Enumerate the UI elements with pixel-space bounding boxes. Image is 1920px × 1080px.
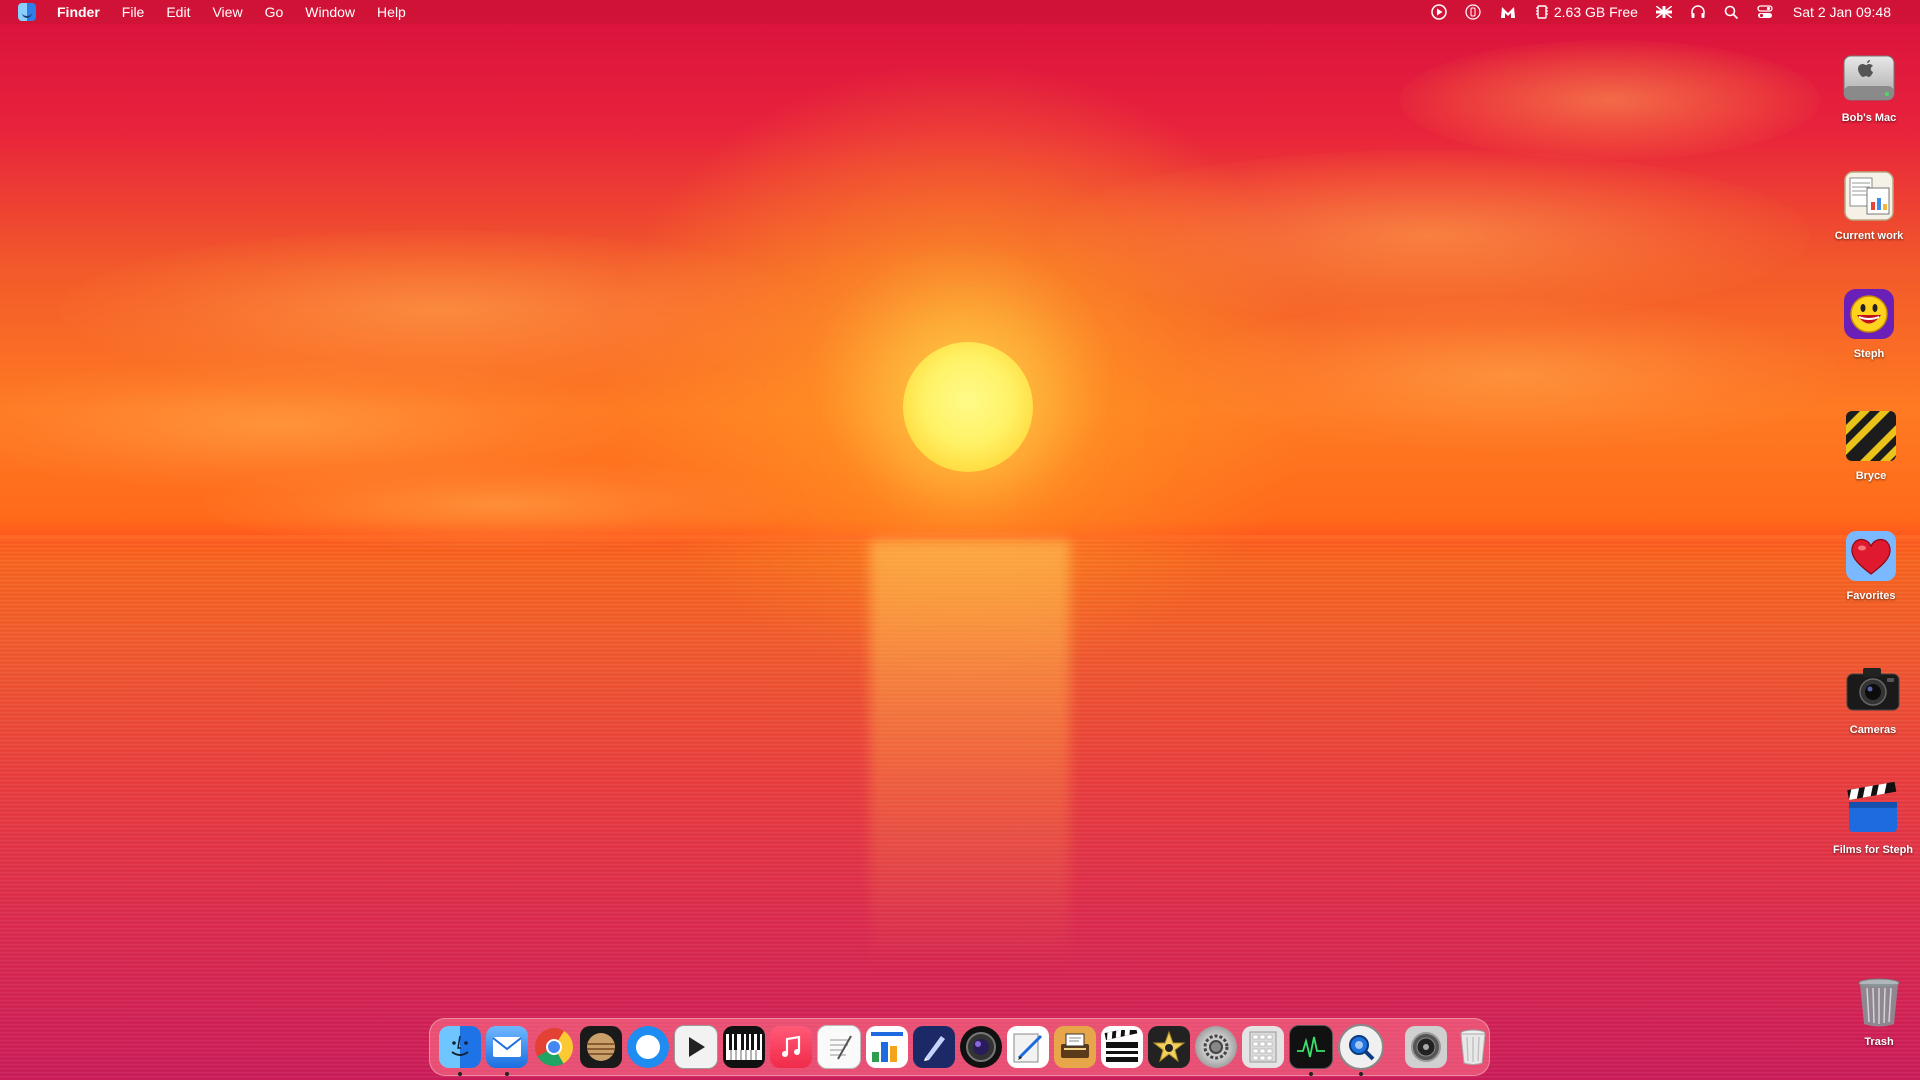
speaker-icon[interactable] [1404, 1026, 1447, 1068]
pen-app-icon[interactable] [912, 1026, 955, 1068]
cloud [1400, 40, 1820, 160]
running-indicator [1308, 1072, 1313, 1076]
yahoo-messenger-icon [1841, 286, 1897, 342]
menu-view[interactable]: View [201, 0, 253, 24]
camera-lens-icon[interactable] [959, 1026, 1002, 1068]
cloud [1180, 300, 1840, 450]
horizon [0, 535, 1920, 539]
desktop-icon-trash[interactable]: Trash [1824, 974, 1920, 1048]
scanner-icon[interactable] [1053, 1026, 1096, 1068]
desktop-icon-films-for-steph[interactable]: Films for Steph [1818, 781, 1920, 856]
menu-window[interactable]: Window [294, 0, 366, 24]
sun-reflection [870, 540, 1070, 970]
menu-edit[interactable]: Edit [155, 0, 201, 24]
chrome-icon[interactable] [533, 1026, 575, 1068]
clock-datetime[interactable]: Sat 2 Jan 09:48 [1782, 0, 1902, 24]
desktop-icon-steph[interactable]: Steph [1814, 286, 1920, 360]
safari-icon[interactable] [626, 1026, 669, 1068]
desktop-icon-label: Current work [1834, 230, 1904, 242]
desktop-icon-label: Trash [1864, 1036, 1894, 1048]
menu-help[interactable]: Help [366, 0, 417, 24]
running-indicator [504, 1072, 509, 1076]
trash-dock-icon[interactable] [1452, 1026, 1494, 1068]
script-editor-icon[interactable] [1006, 1026, 1049, 1068]
desktop-icon-label: Films for Steph [1832, 844, 1914, 856]
dock [429, 1018, 1490, 1076]
finder-icon[interactable] [438, 1026, 481, 1076]
desktop-icon-favorites[interactable]: Favorites [1816, 528, 1920, 602]
planet-icon[interactable] [579, 1026, 622, 1068]
clapperboard-icon[interactable] [1100, 1026, 1143, 1068]
menu-file[interactable]: File [111, 0, 156, 24]
malwarebytes-icon[interactable] [1490, 0, 1526, 24]
desktop: Finder File Edit View Go Window Help 2.6… [0, 0, 1920, 1080]
numbers-icon[interactable] [865, 1026, 908, 1068]
calculator-icon[interactable] [1241, 1026, 1284, 1068]
desktop-icon-cameras[interactable]: Cameras [1818, 662, 1920, 736]
activity-monitor-icon[interactable] [1288, 1025, 1333, 1076]
trash-icon [1851, 974, 1907, 1030]
camera-icon [1845, 662, 1901, 718]
heart-icon [1843, 528, 1899, 584]
textedit-icon[interactable] [816, 1025, 861, 1069]
quicktime-icon[interactable] [1337, 1024, 1384, 1076]
hard-drive-icon [1841, 50, 1897, 106]
headphones-icon[interactable] [1681, 0, 1715, 24]
disk-free-label: 2.63 GB Free [1553, 4, 1638, 20]
play-icon[interactable] [1422, 0, 1456, 24]
running-indicator [457, 1072, 462, 1076]
app-menu-finder[interactable]: Finder [46, 0, 111, 24]
desktop-icon-current-work[interactable]: Current work [1814, 168, 1920, 242]
piano-icon[interactable] [722, 1026, 765, 1068]
music-icon[interactable] [769, 1026, 812, 1068]
menu-go[interactable]: Go [254, 0, 295, 24]
folder-documents-icon [1841, 168, 1897, 224]
cloud [1050, 150, 1810, 320]
menu-bar: Finder File Edit View Go Window Help 2.6… [0, 0, 1920, 24]
desktop-icon-label: Favorites [1846, 590, 1896, 602]
desktop-icon-label: Bryce [1855, 470, 1887, 482]
sun [903, 342, 1033, 472]
apple-menu-icon[interactable] [18, 3, 36, 21]
clapperboard-icon [1845, 781, 1901, 838]
desktop-icon-label: Cameras [1849, 724, 1897, 736]
running-indicator [1358, 1072, 1363, 1076]
imovie-star-icon[interactable] [1147, 1026, 1190, 1068]
desktop-icon-label: Steph [1853, 348, 1885, 360]
desktop-icon-bryce[interactable]: Bryce [1816, 408, 1920, 482]
system-preferences-icon[interactable] [1194, 1026, 1237, 1068]
spotlight-search-icon[interactable] [1715, 0, 1748, 24]
disk-free-status[interactable]: 2.63 GB Free [1526, 0, 1647, 24]
control-center-icon[interactable] [1748, 0, 1782, 24]
video-player-icon[interactable] [673, 1025, 718, 1069]
input-source-flag-icon[interactable] [1647, 0, 1681, 24]
hazard-stripes-icon [1843, 408, 1899, 464]
memory-chip-icon [1535, 5, 1548, 19]
desktop-icon-label: Bob's Mac [1841, 112, 1897, 124]
info-icon[interactable] [1456, 0, 1490, 24]
desktop-icon-bobs-mac[interactable]: Bob's Mac [1814, 50, 1920, 124]
mail-icon[interactable] [485, 1026, 528, 1076]
